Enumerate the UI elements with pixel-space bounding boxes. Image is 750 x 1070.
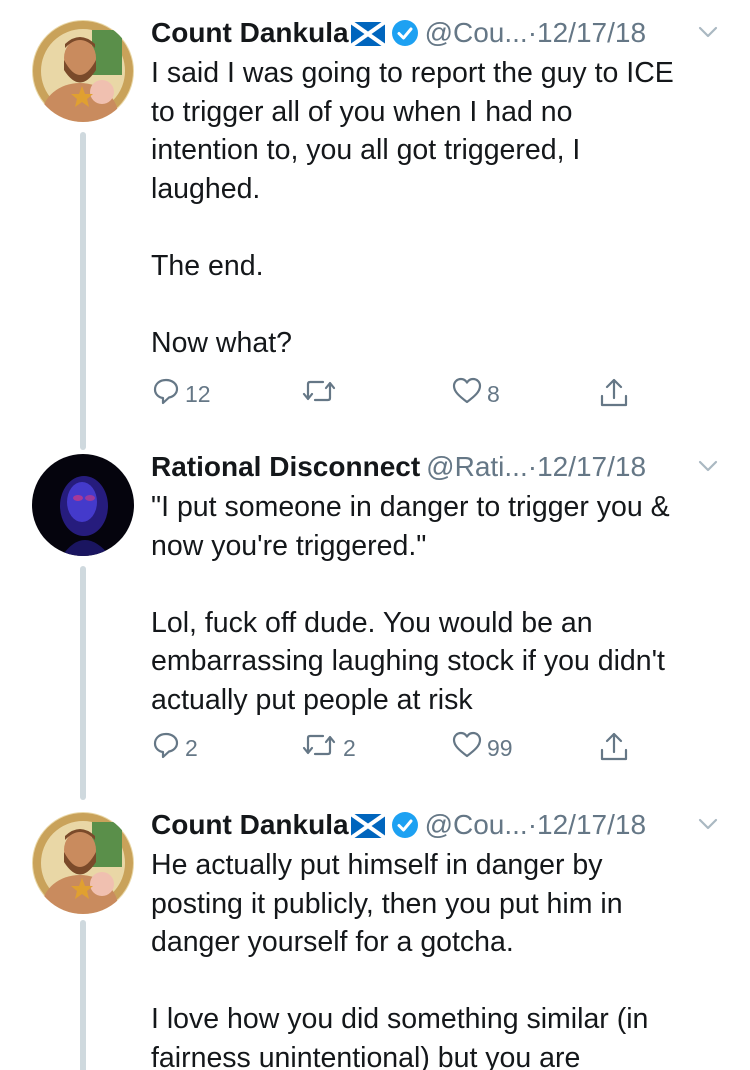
separator: · <box>527 17 538 48</box>
tweet-text: "I put someone in danger to trigger you … <box>151 491 670 716</box>
avatar[interactable] <box>32 454 134 556</box>
chevron-down-icon[interactable] <box>696 810 720 844</box>
scotland-flag-icon <box>349 20 386 54</box>
author-handle[interactable]: @Cou... <box>425 809 528 840</box>
retweet-button[interactable] <box>299 376 343 412</box>
verified-badge-icon <box>391 19 419 55</box>
retweet-icon <box>299 376 339 412</box>
share-button[interactable] <box>597 730 631 770</box>
reply-button[interactable]: 2 <box>151 730 198 766</box>
avatar-illustrated-man-icon <box>32 20 134 122</box>
tweet-header: Rational Disconnect @Rati...·12/17/18 <box>151 450 730 484</box>
author-name[interactable]: Rational Disconnect <box>151 451 420 482</box>
author-handle[interactable]: @Rati... <box>426 451 528 482</box>
retweet-button[interactable]: 2 <box>299 730 356 766</box>
tweet-date[interactable]: 12/17/18 <box>537 17 646 48</box>
retweet-icon <box>299 730 339 766</box>
avatar-dark-blue-portrait-icon <box>32 454 134 556</box>
author-name[interactable]: Count Dankula <box>151 809 349 840</box>
author-name[interactable]: Count Dankula <box>151 17 349 48</box>
retweet-count: 2 <box>343 734 356 761</box>
separator: · <box>527 451 538 482</box>
reply-count: 2 <box>185 734 198 761</box>
avatar[interactable] <box>32 20 134 122</box>
share-icon <box>597 376 631 416</box>
avatar-illustrated-man-icon <box>32 812 134 914</box>
tweet-date[interactable]: 12/17/18 <box>537 451 646 482</box>
tweet-3[interactable]: Count Dankula @Cou...·12/17/18 He actuall… <box>0 800 750 1070</box>
like-count: 8 <box>487 380 500 407</box>
avatar[interactable] <box>32 812 134 914</box>
tweet-text: I said I was going to report the guy to … <box>151 57 674 359</box>
tweet-text: He actually put himself in danger by pos… <box>151 849 649 1070</box>
scotland-flag-icon <box>349 812 386 846</box>
tweet-1[interactable]: Count Dankula @Cou...·12/17/18 I said I w… <box>0 0 750 430</box>
reply-icon <box>151 730 181 766</box>
author-handle[interactable]: @Cou... <box>425 17 528 48</box>
like-button[interactable]: 99 <box>451 730 513 766</box>
chevron-down-icon[interactable] <box>696 18 720 52</box>
heart-icon <box>451 730 483 766</box>
tweet-header: Count Dankula @Cou...·12/17/18 <box>151 808 730 842</box>
reply-icon <box>151 376 181 412</box>
tweet-actions: 2 2 99 <box>151 730 651 770</box>
reply-count: 12 <box>185 380 211 407</box>
tweet-actions: 12 8 <box>151 376 651 416</box>
share-icon <box>597 730 631 770</box>
tweet-header: Count Dankula @Cou...·12/17/18 <box>151 16 730 50</box>
verified-badge-icon <box>391 811 419 847</box>
reply-button[interactable]: 12 <box>151 376 211 412</box>
tweet-thread: Count Dankula @Cou...·12/17/18 I said I w… <box>0 0 750 1070</box>
like-button[interactable]: 8 <box>451 376 500 412</box>
like-count: 99 <box>487 734 513 761</box>
tweet-2[interactable]: Rational Disconnect @Rati...·12/17/18 "I … <box>0 430 750 800</box>
heart-icon <box>451 376 483 412</box>
tweet-date[interactable]: 12/17/18 <box>537 809 646 840</box>
chevron-down-icon[interactable] <box>696 452 720 486</box>
share-button[interactable] <box>597 376 631 416</box>
separator: · <box>527 809 538 840</box>
